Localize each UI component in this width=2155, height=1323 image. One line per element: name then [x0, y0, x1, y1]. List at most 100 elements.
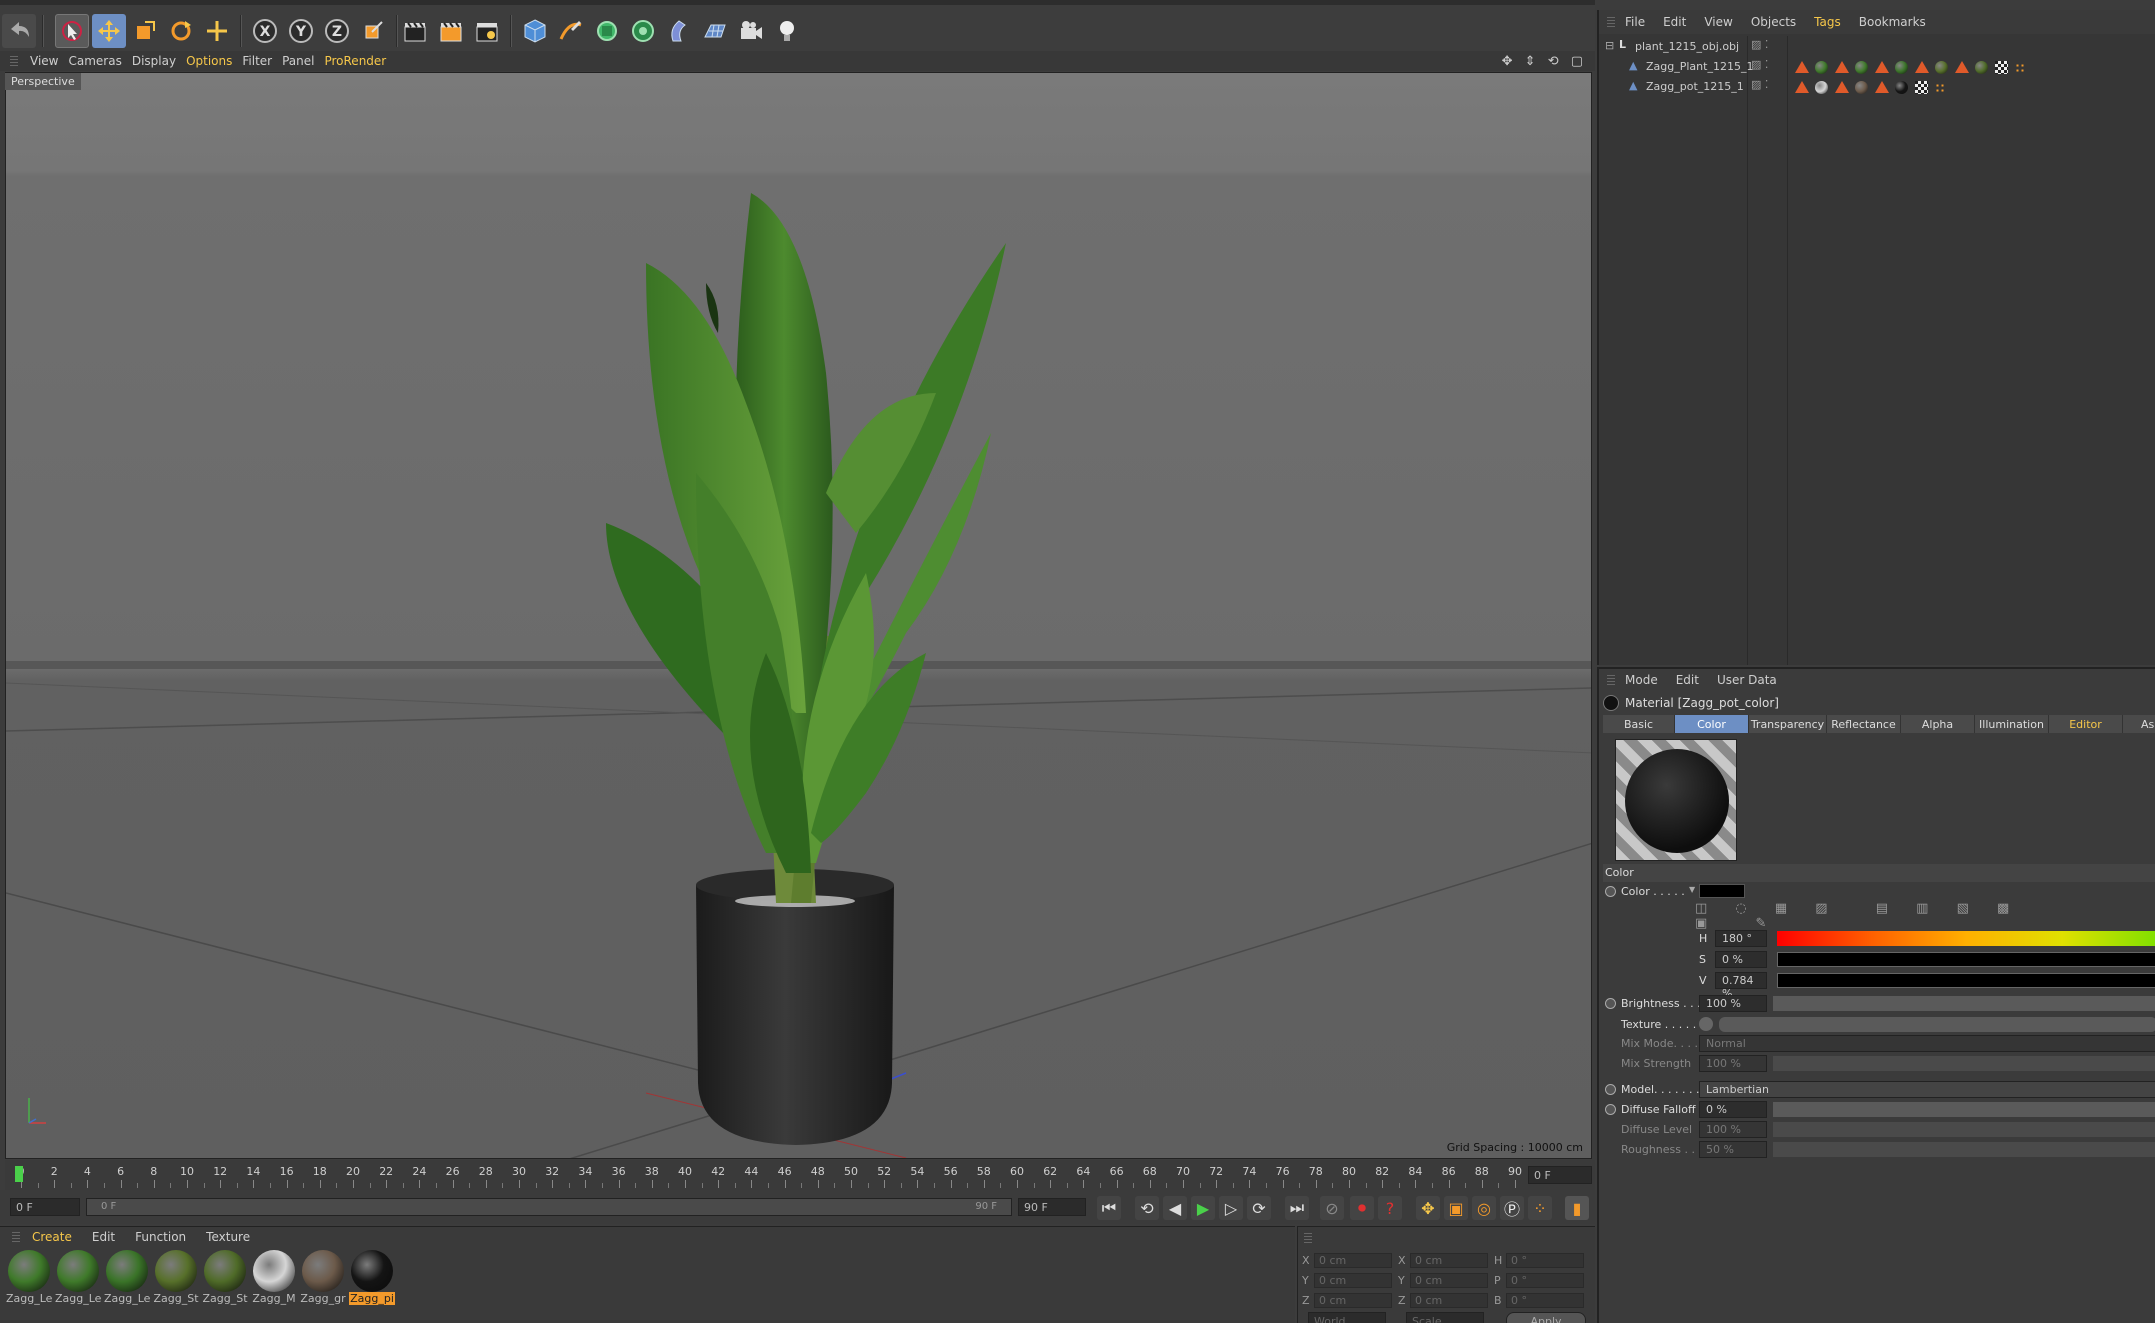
add-array-button[interactable] — [626, 14, 660, 48]
eyedropper-icon[interactable]: ✎ — [1755, 916, 1778, 931]
material-tag-icon[interactable] — [1895, 81, 1908, 94]
coordinate-field[interactable]: 0 cm — [1410, 1273, 1488, 1288]
phong-tag-icon[interactable] — [1835, 61, 1849, 73]
coordinate-system-button[interactable] — [356, 14, 390, 48]
coordinate-field[interactable]: 0 ° — [1506, 1253, 1584, 1268]
material-tag-icon[interactable] — [1855, 61, 1868, 74]
tab-color[interactable]: Color — [1675, 715, 1749, 733]
coordinate-field[interactable]: 0 cm — [1314, 1293, 1392, 1308]
material-tag-icon[interactable] — [1975, 61, 1988, 74]
material-tag-icon[interactable] — [1895, 61, 1908, 74]
autokey-button[interactable]: ? — [1378, 1196, 1402, 1220]
play-button[interactable]: ▶ — [1191, 1196, 1215, 1220]
color-picker-modes[interactable]: ◫ ◌ ▦ ▨ ▤ ▥ ▧ ▩ ▣ ✎ — [1695, 901, 2025, 931]
hue-field[interactable]: 180 ° — [1715, 930, 1767, 947]
coordinate-field[interactable]: 0 cm — [1410, 1253, 1488, 1268]
mix-strength-field[interactable]: 100 % — [1699, 1055, 1767, 1072]
animation-radio-icon[interactable] — [1605, 886, 1616, 897]
add-spline-button[interactable] — [554, 14, 588, 48]
material-swatch[interactable]: Zagg_St — [202, 1250, 248, 1310]
material-menu-function[interactable]: Function — [135, 1230, 186, 1244]
material-swatch[interactable]: Zagg_Le — [55, 1250, 101, 1310]
diffuse-falloff-slider[interactable] — [1773, 1102, 2155, 1117]
tab-basic[interactable]: Basic — [1603, 715, 1675, 733]
attribute-menu-user-data[interactable]: User Data — [1717, 673, 1777, 687]
object-row-plant-mesh[interactable]: ▲ Zagg_Plant_1215_1 ▨ ⁚ — [1599, 57, 2155, 77]
material-preview[interactable] — [1615, 739, 1737, 861]
tab-illumination[interactable]: Illumination — [1975, 715, 2049, 733]
apply-button[interactable]: Apply — [1506, 1312, 1586, 1323]
attribute-menu-mode[interactable]: Mode — [1625, 673, 1658, 687]
collapse-icon[interactable]: ⊟ — [1605, 39, 1614, 52]
diffuse-level-field[interactable]: 100 % — [1699, 1121, 1767, 1138]
brightness-field[interactable]: 100 % — [1699, 995, 1767, 1012]
select-tool-button[interactable] — [55, 14, 89, 48]
visibility-toggle-icon[interactable]: ▨ ⁚ — [1751, 58, 1768, 71]
object-menu-file[interactable]: File — [1625, 15, 1645, 29]
key-pla-button[interactable]: ⁘ — [1528, 1196, 1552, 1220]
material-swatch[interactable]: Zagg_Le — [6, 1250, 52, 1310]
tab-assign[interactable]: As — [2123, 715, 2155, 733]
mix-mode-dropdown[interactable]: Normal — [1699, 1035, 2155, 1052]
current-frame-field[interactable]: 0 F — [1528, 1166, 1592, 1184]
animation-radio-icon[interactable] — [1605, 1104, 1616, 1115]
viewport-menu-filter[interactable]: Filter — [242, 54, 272, 68]
z-axis-lock-button[interactable]: Z — [320, 14, 354, 48]
texture-menu-icon[interactable] — [1699, 1017, 1713, 1031]
coordinate-field[interactable]: 0 cm — [1410, 1293, 1488, 1308]
color-swatch[interactable] — [1699, 884, 1745, 898]
visibility-toggle-icon[interactable]: ▨ ⁚ — [1751, 78, 1768, 91]
tab-reflectance[interactable]: Reflectance — [1827, 715, 1901, 733]
tab-alpha[interactable]: Alpha — [1901, 715, 1975, 733]
playhead[interactable] — [15, 1166, 23, 1182]
add-cube-button[interactable] — [518, 14, 552, 48]
model-dropdown[interactable]: Lambertian — [1699, 1081, 2155, 1098]
add-light-button[interactable] — [770, 14, 804, 48]
phong-tag-icon[interactable] — [1875, 81, 1889, 93]
mix-strength-slider[interactable] — [1773, 1056, 2155, 1071]
end-frame-field[interactable]: 90 F — [1018, 1198, 1086, 1216]
brightness-slider[interactable] — [1773, 996, 2155, 1011]
live-select-button[interactable] — [200, 14, 234, 48]
add-deformer-button[interactable] — [662, 14, 696, 48]
viewport-menu-prorender[interactable]: ProRender — [324, 54, 386, 68]
render-view-button[interactable] — [398, 14, 432, 48]
visibility-toggle-icon[interactable]: ▨ ⁚ — [1751, 38, 1768, 51]
add-camera-button[interactable] — [734, 14, 768, 48]
tab-editor[interactable]: Editor — [2049, 715, 2123, 733]
object-menu-tags[interactable]: Tags — [1814, 15, 1841, 29]
attribute-menu-edit[interactable]: Edit — [1676, 673, 1699, 687]
texture-field[interactable] — [1719, 1017, 2155, 1032]
goto-start-button[interactable]: ⏮ — [1097, 1196, 1121, 1220]
object-menu-edit[interactable]: Edit — [1663, 15, 1686, 29]
prev-frame-button[interactable]: ◀ — [1163, 1196, 1187, 1220]
viewport-menu-cameras[interactable]: Cameras — [68, 54, 121, 68]
scale-tool-button[interactable] — [128, 14, 162, 48]
undo-button[interactable] — [2, 14, 36, 48]
phong-tag-icon[interactable] — [1955, 61, 1969, 73]
material-swatch[interactable]: Zagg_St — [153, 1250, 199, 1310]
coordinate-field[interactable]: 0 ° — [1506, 1273, 1584, 1288]
scale-dropdown[interactable]: Scale — [1406, 1312, 1484, 1323]
viewport-menu-options[interactable]: Options — [186, 54, 232, 68]
animation-radio-icon[interactable] — [1605, 1084, 1616, 1095]
object-menu-bookmarks[interactable]: Bookmarks — [1859, 15, 1926, 29]
world-dropdown[interactable]: World — [1308, 1312, 1386, 1323]
material-swatch[interactable]: Zagg_gr — [300, 1250, 346, 1310]
key-rotation-button[interactable]: ◎ — [1472, 1196, 1496, 1220]
coordinate-field[interactable]: 0 cm — [1314, 1253, 1392, 1268]
viewport-nav-icons[interactable]: ✥ ⇕ ⟲ ▢ — [1502, 54, 1587, 69]
timeline-layout-button[interactable]: ▮ — [1565, 1196, 1589, 1220]
uvw-tag-icon[interactable] — [1995, 61, 2008, 74]
diffuse-level-slider[interactable] — [1773, 1122, 2155, 1137]
rotate-tool-button[interactable] — [164, 14, 198, 48]
phong-tag-icon[interactable] — [1835, 81, 1849, 93]
coordinate-field[interactable]: 0 ° — [1506, 1293, 1584, 1308]
viewport-menu-view[interactable]: View — [30, 54, 58, 68]
render-settings-button[interactable] — [470, 14, 504, 48]
phong-tag-icon[interactable] — [1795, 81, 1809, 93]
value-field[interactable]: 0.784 % — [1715, 972, 1767, 1000]
y-axis-lock-button[interactable]: Y — [284, 14, 318, 48]
roughness-field[interactable]: 50 % — [1699, 1141, 1767, 1158]
next-frame-button[interactable]: ▷ — [1219, 1196, 1243, 1220]
